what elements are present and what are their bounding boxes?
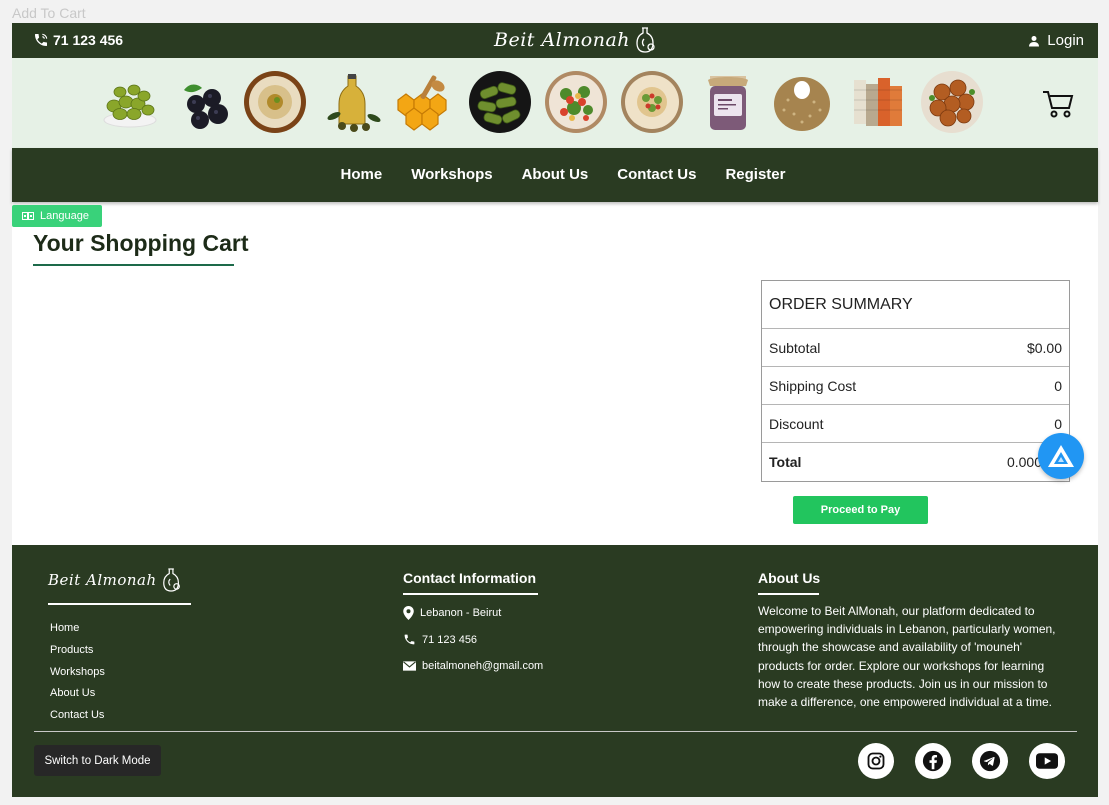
- summary-value: 0.000: [1006, 454, 1042, 470]
- telegram-icon[interactable]: [972, 743, 1008, 779]
- stuffed-grape-leaves-icon[interactable]: [468, 70, 532, 134]
- summary-value: $0.00: [1026, 339, 1062, 356]
- jam-jar-icon[interactable]: [696, 70, 760, 134]
- kaak-bread-icon[interactable]: [770, 70, 834, 134]
- page-title: Your Shopping Cart: [33, 230, 249, 256]
- footer-link-home[interactable]: Home: [50, 622, 105, 644]
- honeycomb-icon[interactable]: [392, 70, 456, 134]
- nav-home[interactable]: Home: [341, 166, 383, 183]
- translate-icon: [22, 212, 34, 220]
- brand-name: Beit Almonah: [494, 29, 631, 51]
- facebook-icon[interactable]: [915, 743, 951, 779]
- login-label: Login: [1047, 32, 1084, 49]
- footer-link-contact-us[interactable]: Contact Us: [50, 709, 105, 731]
- language-button[interactable]: Language: [12, 205, 102, 227]
- thread-spools-icon[interactable]: [848, 70, 912, 134]
- contact-phone-text: 71 123 456: [422, 633, 478, 646]
- nav-register[interactable]: Register: [725, 166, 785, 183]
- footer-divider: [34, 731, 1077, 732]
- falafel-icon[interactable]: [920, 70, 984, 134]
- summary-row-shipping: Shipping Cost 0: [762, 367, 1069, 405]
- header-phone[interactable]: 71 123 456: [33, 32, 123, 48]
- envelope-icon: [403, 661, 416, 671]
- login-link[interactable]: Login: [1028, 32, 1084, 49]
- olives-icon[interactable]: [98, 70, 162, 134]
- cart-icon[interactable]: [1042, 90, 1074, 118]
- instagram-icon[interactable]: [858, 743, 894, 779]
- user-icon: [1029, 35, 1040, 46]
- title-underline: [33, 264, 234, 266]
- tabbouleh-plate-icon[interactable]: [620, 70, 684, 134]
- summary-label: Total: [769, 454, 802, 470]
- phone-icon: [35, 33, 48, 46]
- footer-brand-logo[interactable]: Beit Almonah: [48, 565, 183, 595]
- contact-location-text: Lebanon - Beirut: [420, 607, 502, 619]
- header-phone-text: 71 123 456: [53, 32, 124, 48]
- contact-info-title: Contact Information: [403, 570, 536, 586]
- dark-mode-toggle[interactable]: Switch to Dark Mode: [34, 745, 161, 776]
- page-label: Add To Cart: [12, 5, 86, 21]
- top-bar: 71 123 456 Beit Almonah Login: [12, 23, 1098, 58]
- about-title-underline: [758, 593, 819, 595]
- contact-title-underline: [403, 593, 538, 595]
- summary-value: 0: [1054, 377, 1062, 394]
- phone-icon: [404, 634, 415, 645]
- summary-label: Discount: [769, 415, 824, 432]
- assistant-fab[interactable]: [1038, 433, 1084, 479]
- order-summary-heading: ORDER SUMMARY: [762, 281, 1069, 329]
- jar-logo-icon: [636, 27, 655, 53]
- summary-value: 0: [1054, 415, 1062, 432]
- olive-oil-icon[interactable]: [322, 70, 386, 134]
- contact-location: Lebanon - Beirut: [403, 606, 501, 620]
- proceed-to-pay-button[interactable]: Proceed to Pay: [793, 496, 928, 524]
- footer: Beit Almonah Home Products Workshops Abo…: [12, 545, 1098, 797]
- brand-logo[interactable]: Beit Almonah: [494, 25, 658, 55]
- nav-workshops[interactable]: Workshops: [411, 166, 492, 183]
- hummus-icon[interactable]: [243, 70, 307, 134]
- nav-about-us[interactable]: About Us: [522, 166, 589, 183]
- contact-phone[interactable]: 71 123 456: [403, 633, 477, 646]
- order-summary: ORDER SUMMARY Subtotal $0.00 Shipping Co…: [761, 280, 1070, 482]
- footer-link-products[interactable]: Products: [50, 644, 105, 666]
- assistant-logo-icon: [1048, 445, 1074, 467]
- about-us-title: About Us: [758, 570, 821, 586]
- summary-row-subtotal: Subtotal $0.00: [762, 329, 1069, 367]
- nav-contact-us[interactable]: Contact Us: [617, 166, 696, 183]
- footer-link-about-us[interactable]: About Us: [50, 687, 105, 709]
- location-pin-icon: [403, 606, 414, 620]
- main-nav: Home Workshops About Us Contact Us Regis…: [12, 166, 1098, 183]
- summary-row-discount: Discount 0: [762, 405, 1069, 443]
- summary-label: Shipping Cost: [769, 377, 857, 394]
- contact-email-text: beitalmoneh@gmail.com: [422, 660, 544, 672]
- footer-brand-name: Beit Almonah: [48, 571, 157, 589]
- product-strip: [12, 58, 1098, 148]
- about-us-text: Welcome to Beit AlMonah, our platform de…: [758, 604, 1056, 710]
- contact-email[interactable]: beitalmoneh@gmail.com: [403, 660, 543, 672]
- page-frame: 71 123 456 Beit Almonah Login Home Works…: [12, 23, 1098, 797]
- summary-row-total: Total 0.000: [762, 443, 1069, 481]
- footer-brand-divider: [48, 603, 191, 605]
- main-navbar: Home Workshops About Us Contact Us Regis…: [12, 148, 1098, 202]
- footer-links: Home Products Workshops About Us Contact…: [50, 622, 105, 731]
- summary-label: Subtotal: [769, 339, 821, 356]
- language-label: Language: [40, 210, 89, 222]
- salad-icon[interactable]: [544, 70, 608, 134]
- blackberries-icon[interactable]: [174, 70, 238, 134]
- youtube-icon[interactable]: [1029, 743, 1065, 779]
- jar-logo-icon: [162, 568, 180, 592]
- footer-link-workshops[interactable]: Workshops: [50, 666, 105, 688]
